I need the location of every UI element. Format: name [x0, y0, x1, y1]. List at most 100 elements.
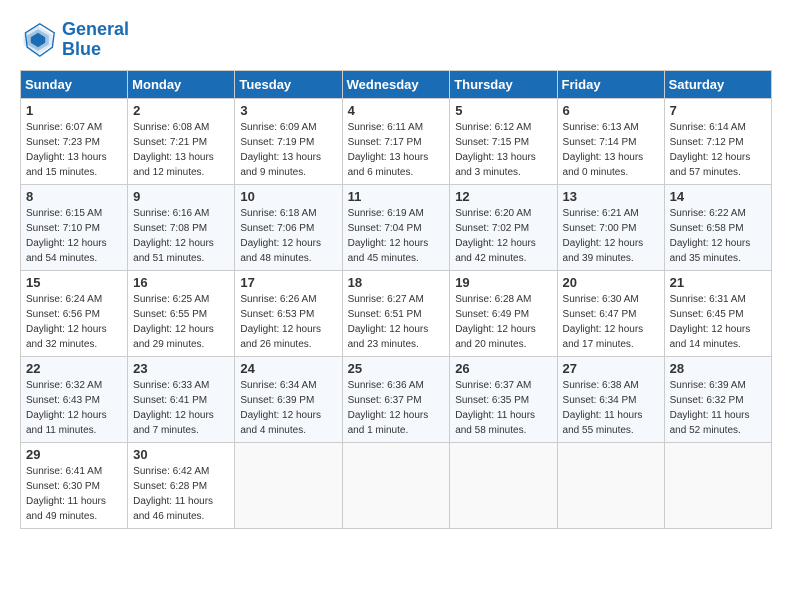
calendar-cell — [342, 442, 450, 528]
day-info: Sunrise: 6:11 AMSunset: 7:17 PMDaylight:… — [348, 120, 445, 180]
calendar-cell: 29 Sunrise: 6:41 AMSunset: 6:30 PMDaylig… — [21, 442, 128, 528]
calendar-cell — [450, 442, 557, 528]
column-header-saturday: Saturday — [664, 70, 771, 98]
day-info: Sunrise: 6:36 AMSunset: 6:37 PMDaylight:… — [348, 378, 445, 438]
day-info: Sunrise: 6:07 AMSunset: 7:23 PMDaylight:… — [26, 120, 122, 180]
day-number: 13 — [563, 189, 659, 204]
calendar-cell: 5 Sunrise: 6:12 AMSunset: 7:15 PMDayligh… — [450, 98, 557, 184]
day-number: 17 — [240, 275, 336, 290]
calendar-cell: 18 Sunrise: 6:27 AMSunset: 6:51 PMDaylig… — [342, 270, 450, 356]
day-number: 25 — [348, 361, 445, 376]
calendar-cell: 7 Sunrise: 6:14 AMSunset: 7:12 PMDayligh… — [664, 98, 771, 184]
day-info: Sunrise: 6:15 AMSunset: 7:10 PMDaylight:… — [26, 206, 122, 266]
day-info: Sunrise: 6:16 AMSunset: 7:08 PMDaylight:… — [133, 206, 229, 266]
calendar-cell: 21 Sunrise: 6:31 AMSunset: 6:45 PMDaylig… — [664, 270, 771, 356]
calendar-cell: 12 Sunrise: 6:20 AMSunset: 7:02 PMDaylig… — [450, 184, 557, 270]
day-number: 6 — [563, 103, 659, 118]
calendar-cell: 14 Sunrise: 6:22 AMSunset: 6:58 PMDaylig… — [664, 184, 771, 270]
day-number: 20 — [563, 275, 659, 290]
calendar-cell: 8 Sunrise: 6:15 AMSunset: 7:10 PMDayligh… — [21, 184, 128, 270]
day-number: 30 — [133, 447, 229, 462]
day-number: 19 — [455, 275, 551, 290]
day-number: 14 — [670, 189, 766, 204]
calendar-cell: 17 Sunrise: 6:26 AMSunset: 6:53 PMDaylig… — [235, 270, 342, 356]
day-number: 12 — [455, 189, 551, 204]
calendar-cell — [664, 442, 771, 528]
calendar-week-4: 22 Sunrise: 6:32 AMSunset: 6:43 PMDaylig… — [21, 356, 772, 442]
day-info: Sunrise: 6:12 AMSunset: 7:15 PMDaylight:… — [455, 120, 551, 180]
column-header-sunday: Sunday — [21, 70, 128, 98]
calendar-cell: 15 Sunrise: 6:24 AMSunset: 6:56 PMDaylig… — [21, 270, 128, 356]
day-number: 10 — [240, 189, 336, 204]
calendar-cell: 25 Sunrise: 6:36 AMSunset: 6:37 PMDaylig… — [342, 356, 450, 442]
column-header-thursday: Thursday — [450, 70, 557, 98]
day-info: Sunrise: 6:14 AMSunset: 7:12 PMDaylight:… — [670, 120, 766, 180]
calendar-cell: 4 Sunrise: 6:11 AMSunset: 7:17 PMDayligh… — [342, 98, 450, 184]
calendar-cell: 23 Sunrise: 6:33 AMSunset: 6:41 PMDaylig… — [128, 356, 235, 442]
day-number: 1 — [26, 103, 122, 118]
day-number: 23 — [133, 361, 229, 376]
calendar-cell: 22 Sunrise: 6:32 AMSunset: 6:43 PMDaylig… — [21, 356, 128, 442]
day-number: 5 — [455, 103, 551, 118]
calendar-cell — [557, 442, 664, 528]
calendar-cell: 2 Sunrise: 6:08 AMSunset: 7:21 PMDayligh… — [128, 98, 235, 184]
calendar-table: SundayMondayTuesdayWednesdayThursdayFrid… — [20, 70, 772, 529]
day-info: Sunrise: 6:21 AMSunset: 7:00 PMDaylight:… — [563, 206, 659, 266]
day-number: 28 — [670, 361, 766, 376]
calendar-cell — [235, 442, 342, 528]
calendar-cell: 20 Sunrise: 6:30 AMSunset: 6:47 PMDaylig… — [557, 270, 664, 356]
day-number: 8 — [26, 189, 122, 204]
column-header-wednesday: Wednesday — [342, 70, 450, 98]
calendar-cell: 13 Sunrise: 6:21 AMSunset: 7:00 PMDaylig… — [557, 184, 664, 270]
logo: General Blue — [20, 20, 129, 60]
day-info: Sunrise: 6:30 AMSunset: 6:47 PMDaylight:… — [563, 292, 659, 352]
day-number: 29 — [26, 447, 122, 462]
calendar-cell: 24 Sunrise: 6:34 AMSunset: 6:39 PMDaylig… — [235, 356, 342, 442]
logo-icon — [20, 22, 56, 58]
column-header-monday: Monday — [128, 70, 235, 98]
calendar-cell: 26 Sunrise: 6:37 AMSunset: 6:35 PMDaylig… — [450, 356, 557, 442]
calendar-cell: 1 Sunrise: 6:07 AMSunset: 7:23 PMDayligh… — [21, 98, 128, 184]
day-info: Sunrise: 6:25 AMSunset: 6:55 PMDaylight:… — [133, 292, 229, 352]
day-info: Sunrise: 6:38 AMSunset: 6:34 PMDaylight:… — [563, 378, 659, 438]
day-info: Sunrise: 6:37 AMSunset: 6:35 PMDaylight:… — [455, 378, 551, 438]
day-number: 15 — [26, 275, 122, 290]
calendar-cell: 11 Sunrise: 6:19 AMSunset: 7:04 PMDaylig… — [342, 184, 450, 270]
day-info: Sunrise: 6:32 AMSunset: 6:43 PMDaylight:… — [26, 378, 122, 438]
calendar-cell: 16 Sunrise: 6:25 AMSunset: 6:55 PMDaylig… — [128, 270, 235, 356]
day-number: 7 — [670, 103, 766, 118]
day-number: 21 — [670, 275, 766, 290]
day-number: 22 — [26, 361, 122, 376]
calendar-cell: 3 Sunrise: 6:09 AMSunset: 7:19 PMDayligh… — [235, 98, 342, 184]
day-info: Sunrise: 6:18 AMSunset: 7:06 PMDaylight:… — [240, 206, 336, 266]
day-info: Sunrise: 6:39 AMSunset: 6:32 PMDaylight:… — [670, 378, 766, 438]
page-header: General Blue — [20, 20, 772, 60]
column-header-friday: Friday — [557, 70, 664, 98]
day-info: Sunrise: 6:41 AMSunset: 6:30 PMDaylight:… — [26, 464, 122, 524]
calendar-week-3: 15 Sunrise: 6:24 AMSunset: 6:56 PMDaylig… — [21, 270, 772, 356]
day-number: 9 — [133, 189, 229, 204]
day-number: 3 — [240, 103, 336, 118]
calendar-cell: 27 Sunrise: 6:38 AMSunset: 6:34 PMDaylig… — [557, 356, 664, 442]
day-number: 4 — [348, 103, 445, 118]
day-info: Sunrise: 6:22 AMSunset: 6:58 PMDaylight:… — [670, 206, 766, 266]
calendar-week-2: 8 Sunrise: 6:15 AMSunset: 7:10 PMDayligh… — [21, 184, 772, 270]
day-number: 24 — [240, 361, 336, 376]
calendar-week-5: 29 Sunrise: 6:41 AMSunset: 6:30 PMDaylig… — [21, 442, 772, 528]
calendar-cell: 10 Sunrise: 6:18 AMSunset: 7:06 PMDaylig… — [235, 184, 342, 270]
day-number: 2 — [133, 103, 229, 118]
day-number: 11 — [348, 189, 445, 204]
calendar-cell: 30 Sunrise: 6:42 AMSunset: 6:28 PMDaylig… — [128, 442, 235, 528]
day-info: Sunrise: 6:09 AMSunset: 7:19 PMDaylight:… — [240, 120, 336, 180]
calendar-week-1: 1 Sunrise: 6:07 AMSunset: 7:23 PMDayligh… — [21, 98, 772, 184]
day-info: Sunrise: 6:34 AMSunset: 6:39 PMDaylight:… — [240, 378, 336, 438]
day-number: 18 — [348, 275, 445, 290]
day-info: Sunrise: 6:24 AMSunset: 6:56 PMDaylight:… — [26, 292, 122, 352]
logo-text: General Blue — [62, 20, 129, 60]
day-info: Sunrise: 6:20 AMSunset: 7:02 PMDaylight:… — [455, 206, 551, 266]
day-info: Sunrise: 6:19 AMSunset: 7:04 PMDaylight:… — [348, 206, 445, 266]
column-header-tuesday: Tuesday — [235, 70, 342, 98]
day-info: Sunrise: 6:28 AMSunset: 6:49 PMDaylight:… — [455, 292, 551, 352]
day-info: Sunrise: 6:31 AMSunset: 6:45 PMDaylight:… — [670, 292, 766, 352]
calendar-cell: 28 Sunrise: 6:39 AMSunset: 6:32 PMDaylig… — [664, 356, 771, 442]
